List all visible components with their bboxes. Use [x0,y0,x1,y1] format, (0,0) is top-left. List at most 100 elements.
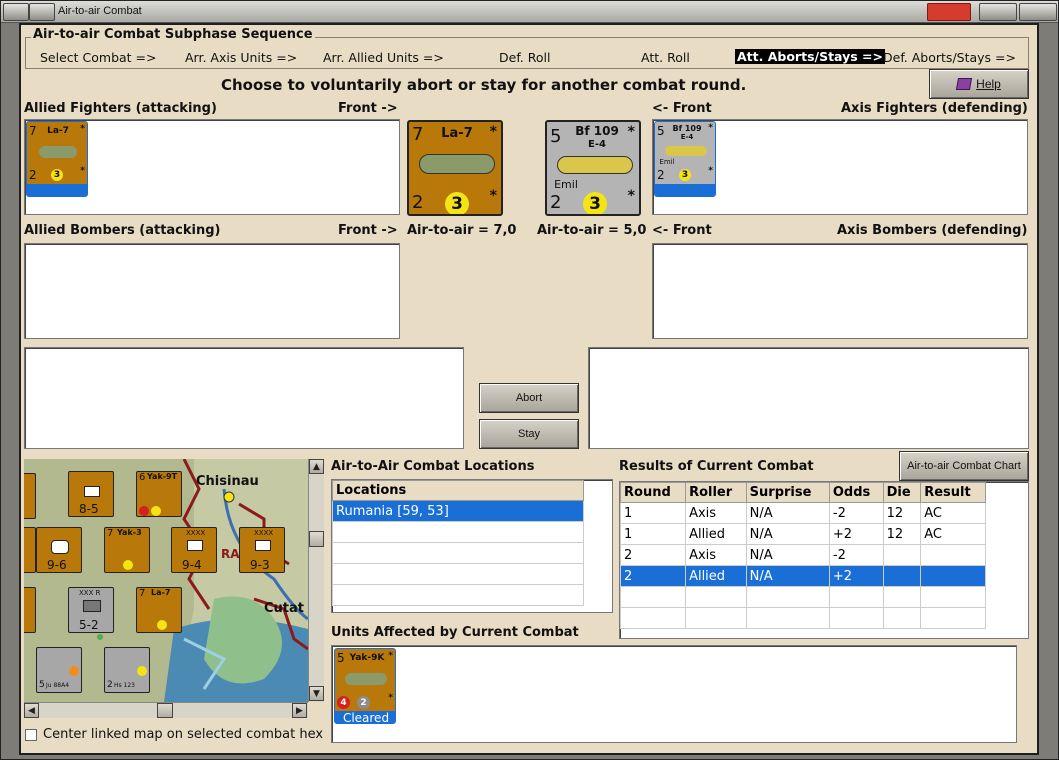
results-col-surprise: Surprise [745,482,830,503]
center-map-checkbox-label: Center linked map on selected combat hex [43,727,324,742]
selection-bar [27,184,87,196]
map-horizontal-scrollbar[interactable]: ◀ ▶ [24,702,308,718]
bf109-range-large: 3 [583,192,607,214]
center-map-checkbox[interactable] [25,729,37,741]
cell-surprise: N/A [745,523,830,545]
unit-icon [83,600,101,612]
cell-round: 2 [619,565,687,587]
bf109-nickname-small: Emil [659,158,675,166]
affected-unit-counter[interactable]: 5 Yak-9K * 4 2 * Cleared [334,648,396,724]
plane-icon [39,146,77,158]
map-counter-edge[interactable] [24,473,36,519]
map-counter-9-3[interactable]: XXXX 9-3 [239,527,285,573]
minimize-button[interactable] [29,3,55,21]
cell-result [920,565,986,587]
allied-bombers-front: Front -> [338,223,398,238]
map-counter-ju88[interactable]: 5 Ju 88A4 [36,647,82,693]
stay-button[interactable]: Stay [479,419,579,449]
plane-icon [345,673,387,685]
axis-fighter-counter-small[interactable]: 5 Bf 109 E-4 Emil 2 3 * * [654,121,716,197]
axis-bombers-front: <- Front [652,223,712,238]
table-row-selected[interactable]: 2 Allied N/A +2 [619,565,986,587]
infantry-icon [255,540,271,551]
step-select-combat: Select Combat => [40,50,157,65]
cell-odds: +2 [828,523,884,545]
axis-bombers-panel[interactable] [652,243,1028,339]
air-to-air-chart-button[interactable]: Air-to-air Combat Chart [899,451,1029,481]
axis-fighters-front: <- Front [652,101,712,116]
cell-round: 1 [619,502,687,524]
allied-bombers-label: Allied Bombers (attacking) [24,223,221,238]
scroll-right-arrow-icon[interactable]: ▶ [292,703,307,718]
location-cell: Rumania [59, 53] [332,500,584,522]
units-affected-panel[interactable]: 5 Yak-9K * 4 2 * Cleared [331,645,1017,743]
cell-odds: +2 [828,565,884,587]
table-row[interactable]: 2 Axis N/A -2 [619,544,986,566]
allied-fighters-panel[interactable]: 7 La-7 2 3 * * [24,119,400,215]
map-counter-yak9t[interactable]: 6 Yak-9T [136,471,182,517]
yak9k-grey-value: 2 [357,696,370,709]
cell-odds: -2 [828,544,884,566]
close-button[interactable] [927,3,971,21]
la7-defense-large: 2 [412,192,424,213]
map-counter-edge[interactable] [24,587,36,633]
vertical-scroll-thumb[interactable] [309,531,324,547]
table-row[interactable]: 1 Allied N/A +2 12 AC [619,523,986,545]
system-menu-button[interactable] [3,3,29,21]
scroll-down-arrow-icon[interactable]: ▼ [309,686,324,701]
horizontal-scroll-thumb[interactable] [157,703,173,718]
map-vertical-scrollbar[interactable]: ▲ ▼ [308,459,324,702]
allied-bombers-panel[interactable] [24,243,400,339]
bf109-variant-small: E-4 [680,133,694,141]
cell-surprise: N/A [745,565,830,587]
location-row[interactable] [332,542,584,564]
scroll-up-arrow-icon[interactable]: ▲ [309,459,324,474]
map-counter-hs123[interactable]: 2 Hs 123 [104,647,150,693]
location-row[interactable] [332,563,584,585]
maximize-button[interactable] [979,3,1017,21]
map-counter-5-2[interactable]: XXX R 5-2 [68,587,114,633]
step-def-roll: Def. Roll [499,50,551,65]
locations-table: Locations Rumania [59, 53] [332,480,584,606]
help-button[interactable]: Help [929,69,1029,99]
cell-roller: Axis [685,502,747,524]
cell-result: AC [920,523,986,545]
place-cutat: Cutat [264,601,304,616]
bf109-variant-large: E-4 [588,139,606,150]
app-window: Air-to-air Combat Air-to-air Combat Subp… [0,0,1059,760]
linked-map[interactable]: Chisinau Cutat RA 8-5 6 Yak-9T 9-6 7 Yak… [24,459,308,702]
map-counter-9-4[interactable]: XXXX 9-4 [171,527,217,573]
yak9k-name: Yak-9K [349,653,385,663]
allied-fighter-counter-small[interactable]: 7 La-7 2 3 * * [26,121,88,197]
scroll-left-arrow-icon[interactable]: ◀ [24,703,39,718]
counter-top: 6 [139,472,146,483]
map-counter-yak3[interactable]: 7 Yak-3 [104,527,150,573]
cell-result: AC [920,502,986,524]
map-counter-la7[interactable]: 7 La-7 [136,587,182,633]
step-att-aborts-stays: Att. Aborts/Stays => [735,49,885,64]
axis-fighter-counter-large[interactable]: 5 Bf 109 E-4 * Emil 2 3 * [545,120,641,216]
allied-detail-panel [24,347,464,449]
counter-value: 9-4 [182,558,202,572]
map-counter-8-5[interactable]: 8-5 [68,471,114,517]
cell-roller: Allied [685,565,747,587]
map-counter-edge[interactable] [24,527,36,573]
table-row[interactable] [619,607,986,629]
location-row[interactable] [332,521,584,543]
cell-round: 2 [619,544,687,566]
location-row[interactable]: Rumania [59, 53] [332,500,584,522]
locations-list[interactable]: Locations Rumania [59, 53] [331,479,613,613]
results-panel[interactable]: Round Roller Surprise Odds Die Result 1 … [619,481,1029,639]
table-row[interactable] [619,586,986,608]
restore-button[interactable] [1019,3,1057,21]
infantry-icon [84,486,100,497]
table-row[interactable]: 1 Axis N/A -2 12 AC [619,502,986,524]
counter-top: 2 [107,680,113,690]
allied-fighter-counter-large[interactable]: 7 La-7 * 2 3 * [407,120,503,216]
axis-fighters-panel[interactable]: 5 Bf 109 E-4 Emil 2 3 * * [652,119,1028,215]
la7-range-large: 3 [445,192,469,214]
location-row[interactable] [332,584,584,606]
la7-attack-small: 7 [29,124,37,138]
map-counter-9-6[interactable]: 9-6 [36,527,82,573]
abort-button[interactable]: Abort [479,383,579,413]
